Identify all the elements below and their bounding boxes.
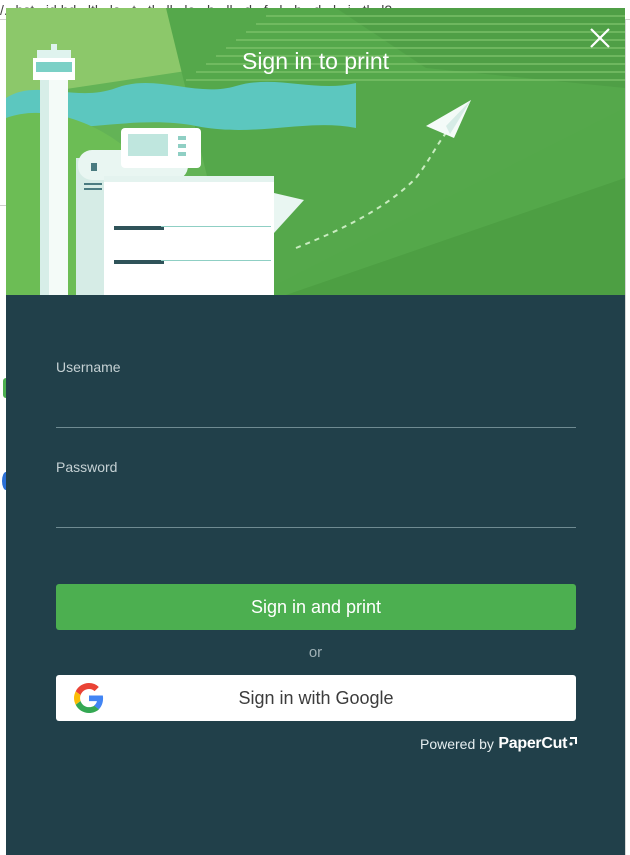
papercut-logo: PaperCut xyxy=(498,735,568,752)
powered-by-papercut: Powered by PaperCut xyxy=(420,735,578,761)
or-separator: or xyxy=(308,644,323,661)
sign-in-modal: Sign in to print Username Password Sign … xyxy=(6,8,625,855)
papercut-mark-icon xyxy=(568,735,578,747)
password-input[interactable] xyxy=(56,492,576,528)
sign-in-with-google-button[interactable]: Sign in with Google xyxy=(56,675,576,721)
google-button-label: Sign in with Google xyxy=(238,688,394,708)
background-right-border xyxy=(625,20,626,855)
password-label: Password xyxy=(56,459,118,475)
modal-title: Sign in to print xyxy=(241,48,390,74)
username-input[interactable] xyxy=(56,392,576,428)
close-icon[interactable] xyxy=(586,24,614,52)
powered-by-text: Powered by xyxy=(420,736,494,752)
username-label: Username xyxy=(56,359,121,375)
sign-in-and-print-button[interactable]: Sign in and print xyxy=(56,584,576,630)
